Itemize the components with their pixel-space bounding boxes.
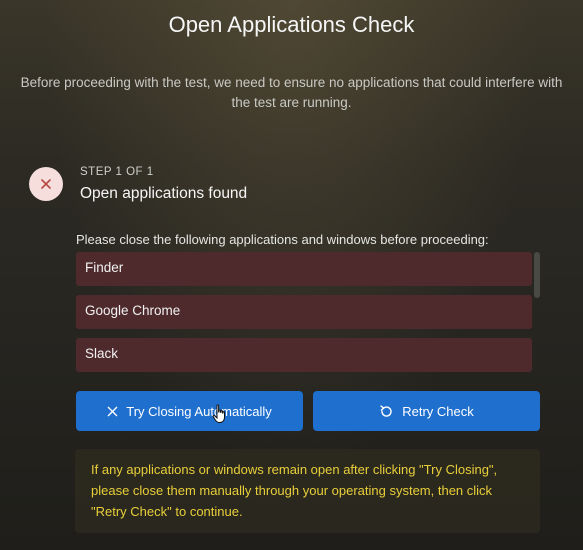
retry-check-button[interactable]: Retry Check [313,391,540,431]
app-item-slack: Slack [76,338,532,372]
app-item-finder: Finder [76,252,532,286]
close-icon [107,406,118,416]
try-closing-label: Try Closing Automatically [126,403,272,419]
app-list: Finder Google Chrome Slack [76,252,532,372]
app-list-scrollbar[interactable] [534,252,540,298]
page-title: Open Applications Check [168,12,415,37]
close-icon-glyph [41,179,51,189]
step-title: Open applications found [80,185,248,202]
app-item-google-chrome: Google Chrome [76,295,532,329]
refresh-icon [380,404,392,417]
page-subtitle: Before proceeding with the test, we need… [20,75,563,110]
instruction-text: Please close the following applications … [76,232,489,247]
step-label: STEP 1 OF 1 [80,166,154,178]
hand-cursor-icon [212,404,228,429]
close-icon [29,167,63,201]
try-closing-button[interactable]: Try Closing Automatically [76,391,303,431]
manual-close-notice: If any applications or windows remain op… [75,449,540,533]
retry-check-label: Retry Check [402,403,474,419]
